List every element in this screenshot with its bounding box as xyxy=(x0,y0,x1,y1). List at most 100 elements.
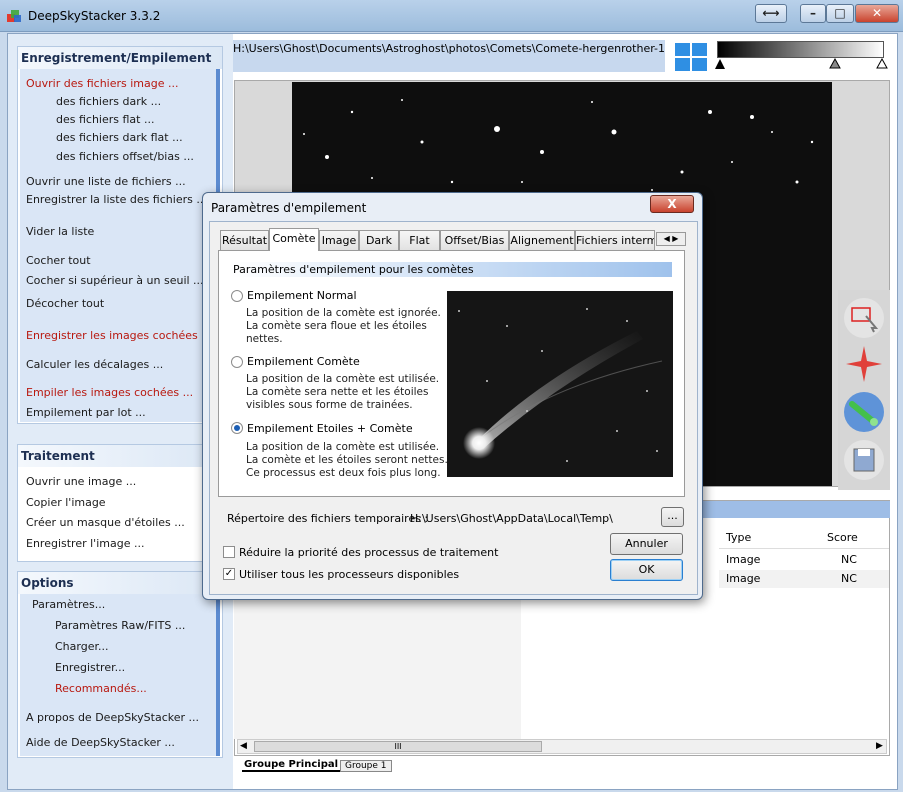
comet-tool-icon[interactable] xyxy=(844,392,884,432)
option-comet-label[interactable]: Empilement Comète xyxy=(247,355,360,368)
scroll-left-icon[interactable]: ◀ xyxy=(240,741,247,751)
cancel-button[interactable]: Annuler xyxy=(610,533,683,555)
comet-preview-image xyxy=(447,291,673,477)
dialog-close-button[interactable]: X xyxy=(650,195,694,213)
uncheck-all-link[interactable]: Décocher tout xyxy=(26,297,104,310)
tab-scroll-arrows-icon[interactable]: ◀ ▶ xyxy=(656,232,686,246)
flat-files-link[interactable]: des fichiers flat ... xyxy=(56,113,154,126)
dark-files-link[interactable]: des fichiers dark ... xyxy=(56,95,161,108)
tab-comet[interactable]: Comète xyxy=(269,228,319,251)
copy-image-link[interactable]: Copier l'image xyxy=(26,496,106,509)
window-title: DeepSkyStacker 3.3.2 xyxy=(28,9,161,23)
histogram-gradient[interactable] xyxy=(717,41,884,58)
horizontal-scrollbar[interactable]: ◀ III ▶ xyxy=(237,739,887,754)
options-panel: Options Paramètres... Paramètres Raw/FIT… xyxy=(17,571,223,758)
list-empty-area xyxy=(234,600,521,739)
check-all-link[interactable]: Cocher tout xyxy=(26,254,91,267)
settings-link[interactable]: Paramètres... xyxy=(32,598,105,611)
tab-dark[interactable]: Dark xyxy=(359,230,399,250)
dialog-title: Paramètres d'empilement xyxy=(211,201,367,215)
options-group: Paramètres... Paramètres Raw/FITS ... Ch… xyxy=(20,594,220,756)
list-header-strip xyxy=(700,501,890,518)
register-panel: Enregistrement/Empilement Ouvrir des fic… xyxy=(17,46,223,424)
raw-fits-link[interactable]: Paramètres Raw/FITS ... xyxy=(55,619,185,632)
col-score[interactable]: Score xyxy=(827,531,858,544)
select-tool-icon[interactable] xyxy=(844,298,884,338)
table-row[interactable]: Image NC xyxy=(719,551,889,569)
batch-stacking-link[interactable]: Empilement par lot ... xyxy=(26,406,146,419)
stacking-settings-dialog: Paramètres d'empilement X Résultat Comèt… xyxy=(202,192,703,600)
resize-icon[interactable]: ⟷ xyxy=(755,4,787,23)
tab-flat[interactable]: Flat xyxy=(399,230,440,250)
check-above-link[interactable]: Cocher si supérieur à un seuil ... xyxy=(26,274,204,287)
scroll-right-icon[interactable]: ▶ xyxy=(876,741,883,751)
reduce-priority-checkbox[interactable] xyxy=(223,546,235,558)
table-row[interactable]: Image NC xyxy=(719,570,889,588)
row-score: NC xyxy=(841,553,857,566)
save-image-link[interactable]: Enregistrer l'image ... xyxy=(26,537,144,550)
row-score: NC xyxy=(841,572,857,585)
tab-result[interactable]: Résultat xyxy=(220,230,269,250)
save-tool-icon[interactable] xyxy=(844,440,884,480)
option-stars-comet-label[interactable]: Empilement Etoiles + Comète xyxy=(247,422,413,435)
radio-comet-stacking[interactable] xyxy=(231,356,243,368)
option-stars-comet-desc: La position de la comète est utilisée. La… xyxy=(246,441,448,479)
open-list-link[interactable]: Ouvrir une liste de fichiers ... xyxy=(26,175,186,188)
option-normal-label[interactable]: Empilement Normal xyxy=(247,289,357,302)
clear-list-link[interactable]: Vider la liste xyxy=(26,225,94,238)
open-images-link[interactable]: Ouvrir des fichiers image ... xyxy=(26,77,179,90)
minimize-button[interactable]: – xyxy=(800,4,826,23)
path-bar: H:\Users\Ghost\Documents\Astroghost\phot… xyxy=(233,40,665,72)
recommended-link[interactable]: Recommandés... xyxy=(55,682,147,695)
register-header: Enregistrement/Empilement xyxy=(18,47,222,69)
use-all-cpu-label[interactable]: Utiliser tous les processeurs disponible… xyxy=(239,568,459,581)
list-column-header: Type Score xyxy=(719,527,889,549)
level-sliders[interactable] xyxy=(714,57,889,72)
browse-button[interactable]: ... xyxy=(661,507,684,527)
app-icon xyxy=(6,8,22,24)
help-link[interactable]: Aide de DeepSkyStacker ... xyxy=(26,736,175,749)
processing-header: Traitement xyxy=(18,445,222,467)
save-list-link[interactable]: Enregistrer la liste des fichiers ... xyxy=(26,193,207,206)
compute-offsets-link[interactable]: Calculer les décalages ... xyxy=(26,358,163,371)
tab-group-1[interactable]: Groupe 1 xyxy=(340,760,392,772)
use-all-cpu-checkbox[interactable]: ✓ xyxy=(223,568,235,580)
load-settings-link[interactable]: Charger... xyxy=(55,640,108,653)
tab-main-group[interactable]: Groupe Principal xyxy=(242,759,341,772)
radio-stars-comet-stacking[interactable] xyxy=(231,422,243,434)
offset-files-link[interactable]: des fichiers offset/bias ... xyxy=(56,150,194,163)
row-type: Image xyxy=(726,553,761,566)
reduce-priority-label[interactable]: Réduire la priorité des processus de tra… xyxy=(239,546,498,559)
tab-intermediate-files[interactable]: Fichiers interméd xyxy=(575,230,655,250)
options-header: Options xyxy=(18,572,222,594)
col-type[interactable]: Type xyxy=(726,531,751,544)
close-button[interactable]: ✕ xyxy=(855,4,899,23)
comet-section-header: Paramètres d'empilement pour les comètes xyxy=(230,262,672,277)
open-image-link[interactable]: Ouvrir une image ... xyxy=(26,475,136,488)
processing-panel: Traitement Ouvrir une image ... Copier l… xyxy=(17,444,223,562)
temp-dir-path: H:\Users\Ghost\AppData\Local\Temp\ xyxy=(410,512,613,525)
star-mask-link[interactable]: Créer un masque d'étoiles ... xyxy=(26,516,185,529)
stack-checked-link[interactable]: Empiler les images cochées ... xyxy=(26,386,193,399)
star-tool-icon[interactable] xyxy=(844,344,884,384)
scroll-thumb[interactable]: III xyxy=(254,741,542,752)
title-bar: DeepSkyStacker 3.3.2 ⟷ – □ ✕ xyxy=(0,0,903,32)
maximize-button[interactable]: □ xyxy=(826,4,854,23)
tab-image[interactable]: Image xyxy=(319,230,359,250)
group-tabs: Groupe Principal Groupe 1 xyxy=(234,758,534,775)
temp-dir-label: Répertoire des fichiers temporaires : xyxy=(227,512,429,525)
dark-flat-files-link[interactable]: des fichiers dark flat ... xyxy=(56,131,183,144)
tab-offset-bias[interactable]: Offset/Bias xyxy=(440,230,509,250)
windows-logo-icon xyxy=(674,42,708,72)
option-normal-desc: La position de la comète est ignorée. La … xyxy=(246,307,441,345)
current-path: H:\Users\Ghost\Documents\Astroghost\phot… xyxy=(233,42,665,55)
radio-normal-stacking[interactable] xyxy=(231,290,243,302)
ok-button[interactable]: OK xyxy=(610,559,683,581)
row-type: Image xyxy=(726,572,761,585)
about-link[interactable]: A propos de DeepSkyStacker ... xyxy=(26,711,199,724)
tool-strip xyxy=(838,290,890,490)
register-checked-link[interactable]: Enregistrer les images cochées ... xyxy=(26,329,212,342)
save-settings-link[interactable]: Enregistrer... xyxy=(55,661,125,674)
tab-alignment[interactable]: Alignement xyxy=(509,230,575,250)
option-comet-desc: La position de la comète est utilisée. La… xyxy=(246,373,440,411)
